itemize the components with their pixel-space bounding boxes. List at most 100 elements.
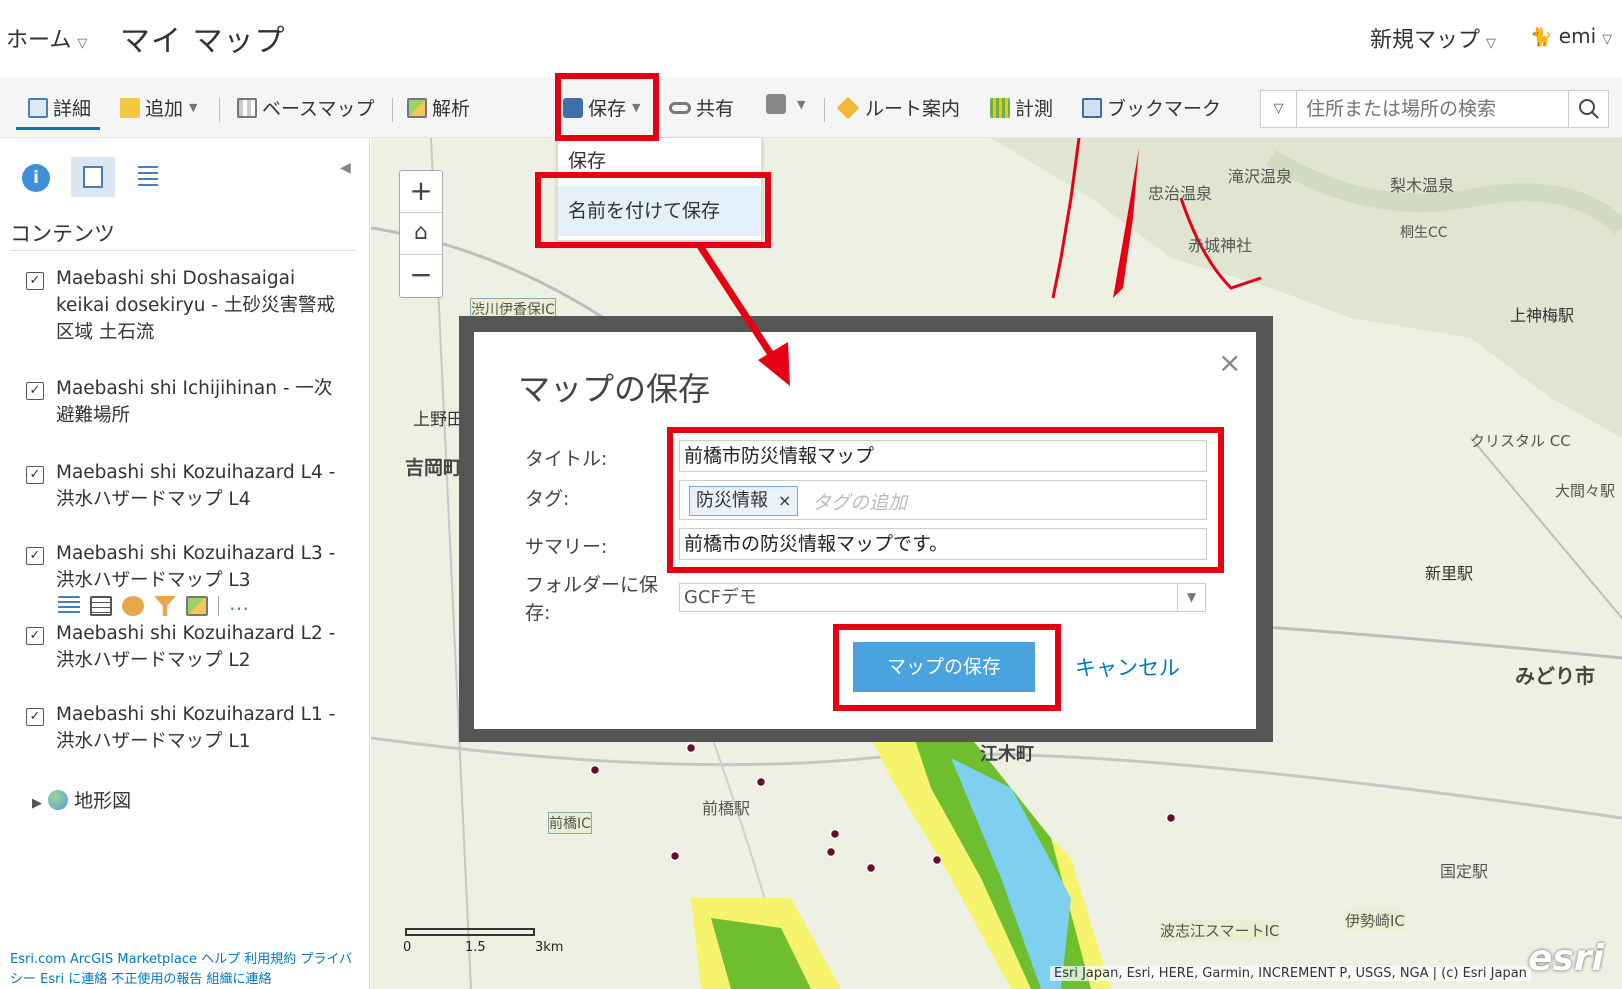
divider — [218, 596, 219, 616]
new-map-menu[interactable]: 新規マップ ▽ — [1370, 22, 1496, 54]
dialog-title: マップの保存 — [518, 370, 711, 408]
analysis-layer-icon[interactable] — [186, 596, 208, 616]
title-label: タイトル: — [525, 448, 608, 470]
footer-links[interactable]: Esri.com ArcGIS Marketplace ヘルプ 利用規約 プライ… — [10, 950, 360, 989]
layer-checkbox[interactable]: ✓ — [26, 382, 44, 400]
link-icon — [669, 101, 691, 114]
save-button[interactable]: 保存 ▼ — [563, 94, 640, 121]
toolbar-divider — [219, 98, 220, 122]
map-label: 江木町 — [980, 744, 1034, 765]
map-label: 波志江スマートIC — [1160, 920, 1280, 941]
layer-label: Maebashi shi Kozuihazard L3 - 洪水ハザードマップ … — [56, 543, 336, 591]
user-menu[interactable]: 🐈 emi ▽ — [1530, 24, 1612, 48]
search-icon — [1579, 99, 1599, 119]
cancel-button[interactable]: キャンセル — [1075, 652, 1180, 682]
scale-label: 3km — [535, 940, 564, 955]
search-source-dropdown[interactable]: ▽ — [1261, 91, 1297, 127]
scale-label: 1.5 — [465, 940, 486, 955]
measure-button[interactable]: 計測 — [990, 94, 1053, 121]
esri-logo: esri — [1528, 938, 1604, 979]
zoom-in-button[interactable]: + — [400, 171, 442, 213]
zoom-out-button[interactable]: − — [400, 255, 442, 297]
basemap-button[interactable]: ベースマップ — [237, 94, 374, 121]
share-label: 共有 — [696, 98, 735, 120]
folder-select[interactable]: GCFデモ ▼ — [679, 583, 1206, 612]
directions-icon — [836, 96, 860, 119]
chevron-down-icon: ▽ — [1486, 36, 1497, 51]
contents-title: コンテンツ — [10, 222, 115, 246]
layer-checkbox[interactable]: ✓ — [26, 627, 44, 645]
divider — [10, 250, 355, 251]
search-button[interactable] — [1568, 91, 1608, 127]
remove-tag-icon[interactable]: × — [778, 491, 791, 510]
collapse-panel-icon[interactable]: ◀ — [340, 160, 351, 176]
summary-field[interactable]: 前橋市の防災情報マップです。 — [679, 528, 1207, 560]
map-label: 桐生CC — [1400, 225, 1448, 241]
info-icon[interactable]: i — [22, 164, 50, 192]
tag-placeholder: タグの追加 — [812, 492, 908, 514]
print-button[interactable]: ▼ — [766, 94, 805, 114]
save-menu-item[interactable]: 保存 — [568, 146, 606, 173]
app-title: マイ マップ — [120, 24, 286, 59]
bookmark-icon — [1082, 97, 1102, 118]
map-label: 前橋駅 — [702, 799, 751, 818]
close-icon[interactable]: × — [1218, 346, 1241, 379]
user-avatar-icon: 🐈 — [1530, 27, 1553, 48]
search-input[interactable] — [1306, 98, 1566, 120]
legend-icon[interactable] — [138, 166, 158, 186]
more-options-icon[interactable]: … — [229, 593, 255, 616]
map-label: 上神梅駅 — [1510, 306, 1575, 325]
map-label: 滝沢温泉 — [1228, 167, 1293, 186]
layer-checkbox[interactable]: ✓ — [26, 466, 44, 484]
home-label: ホーム — [6, 28, 72, 53]
title-field[interactable]: 前橋市防災情報マップ — [679, 440, 1207, 472]
map-label: 前橋IC — [548, 812, 592, 834]
bookmarks-button[interactable]: ブックマーク — [1082, 94, 1221, 121]
chevron-down-icon: ▼ — [189, 101, 198, 114]
layer-label: Maebashi shi Kozuihazard L1 - 洪水ハザードマップ … — [56, 704, 336, 752]
expand-arrow-icon[interactable]: ▶ — [32, 796, 42, 811]
floppy-disk-icon — [563, 97, 583, 118]
summary-label: サマリー: — [525, 536, 608, 558]
add-button[interactable]: 追加 ▼ — [120, 94, 197, 121]
chevron-down-icon: ▽ — [77, 36, 88, 51]
bookmarks-label: ブックマーク — [1107, 98, 1222, 120]
layer-checkbox[interactable]: ✓ — [26, 708, 44, 726]
directions-label: ルート案内 — [865, 98, 961, 120]
layer-checkbox[interactable]: ✓ — [26, 272, 44, 290]
legend-toggle-icon[interactable] — [58, 596, 80, 616]
table-icon[interactable] — [90, 596, 112, 616]
analysis-button[interactable]: 解析 — [407, 94, 470, 121]
measure-label: 計測 — [1015, 98, 1054, 120]
layer-label: Maebashi shi Doshasaigai keikai dosekiry… — [56, 268, 335, 343]
home-extent-button[interactable]: ⌂ — [400, 213, 442, 255]
chevron-down-icon: ▼ — [1177, 584, 1205, 611]
user-name: emi — [1558, 24, 1597, 48]
chevron-down-icon: ▼ — [797, 97, 806, 111]
basemap-label: ベースマップ — [262, 98, 375, 120]
home-menu[interactable]: ホーム ▽ — [6, 22, 87, 54]
details-label: 詳細 — [53, 98, 92, 120]
analysis-icon — [407, 97, 427, 118]
map-label: みどり市 — [1515, 664, 1595, 688]
basemap-layer-item[interactable]: ▶ 地形図 — [32, 786, 131, 813]
contents-tab[interactable] — [71, 157, 115, 197]
folder-label: 存: — [525, 602, 551, 624]
toolbar-divider — [824, 98, 825, 122]
save-as-menu-item[interactable]: 名前を付けて保存 — [558, 186, 761, 236]
layer-checkbox[interactable]: ✓ — [26, 547, 44, 565]
layer-label: Maebashi shi Kozuihazard L4 - 洪水ハザードマップ … — [56, 462, 336, 510]
share-button[interactable]: 共有 — [669, 94, 734, 121]
layer-label: Maebashi shi Kozuihazard L2 - 洪水ハザードマップ … — [56, 623, 336, 671]
filter-icon[interactable] — [154, 596, 176, 616]
globe-icon — [48, 790, 69, 810]
details-button[interactable]: 詳細 — [28, 94, 91, 121]
map-label: 上野田 — [413, 410, 464, 430]
style-icon[interactable] — [122, 596, 144, 616]
new-map-label: 新規マップ — [1370, 28, 1481, 53]
add-label: 追加 — [145, 98, 184, 120]
scale-bar — [405, 928, 535, 936]
save-map-button[interactable]: マップの保存 — [853, 642, 1035, 692]
map-label: 梨木温泉 — [1390, 176, 1455, 195]
directions-button[interactable]: ルート案内 — [836, 94, 961, 121]
